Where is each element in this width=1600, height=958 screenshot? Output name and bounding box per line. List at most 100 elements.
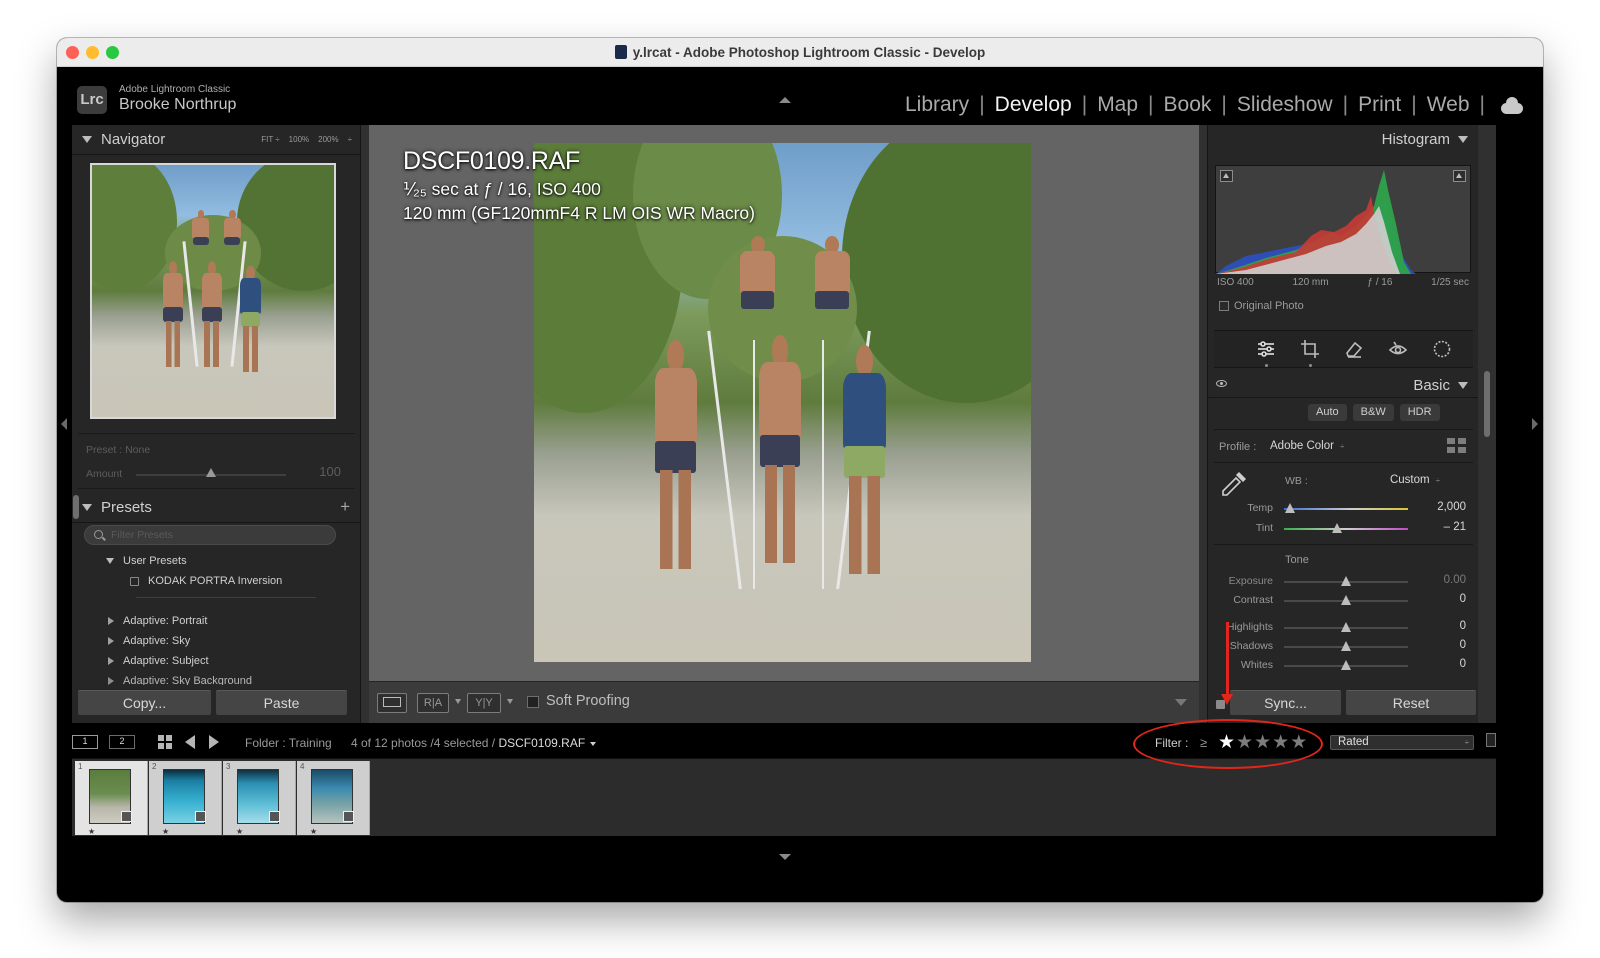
expanded-triangle-icon: [106, 558, 114, 564]
preset-item-kodak-portra[interactable]: KODAK PORTRA Inversion: [130, 571, 282, 591]
reset-button[interactable]: Reset: [1346, 690, 1476, 715]
navigator-preview[interactable]: [90, 163, 336, 419]
grid-view-icon[interactable]: [158, 735, 173, 750]
updown-caret-icon: ÷: [1435, 476, 1440, 485]
module-separator: |: [1479, 93, 1485, 116]
collapse-filmstrip-arrow-icon[interactable]: [779, 854, 791, 860]
right-panel-scrollbar[interactable]: [1484, 371, 1490, 437]
whites-slider-row: Whites 0: [1208, 657, 1478, 675]
filter-preset-select[interactable]: Rated ÷: [1330, 735, 1474, 750]
histogram-header[interactable]: Histogram: [1382, 131, 1468, 148]
before-after-tb-button[interactable]: Y|Y: [467, 693, 501, 713]
zoom-200[interactable]: 200%: [318, 135, 338, 144]
crop-icon[interactable]: [1300, 339, 1320, 359]
temp-slider-thumb[interactable]: [1285, 503, 1296, 513]
zoom-100[interactable]: 100%: [289, 135, 309, 144]
shadows-value[interactable]: 0: [1460, 639, 1466, 651]
hdr-button[interactable]: HDR: [1399, 404, 1440, 421]
loupe-view-button[interactable]: [377, 693, 407, 713]
collapse-top-panel-arrow-icon[interactable]: [779, 97, 791, 103]
module-slideshow[interactable]: Slideshow: [1231, 93, 1339, 117]
filter-lock-switch[interactable]: [1486, 733, 1496, 747]
filter-presets-input[interactable]: [111, 528, 321, 542]
zoom-fit[interactable]: FIT ÷: [261, 135, 279, 144]
shadows-slider-thumb[interactable]: [1341, 641, 1351, 651]
red-eye-icon[interactable]: [1388, 339, 1408, 359]
left-panel-scrollbar[interactable]: [73, 495, 79, 519]
healing-eraser-icon[interactable]: [1344, 339, 1364, 359]
cloud-sync-icon[interactable]: [1501, 97, 1523, 114]
profile-browser-grid-icon[interactable]: [1447, 438, 1467, 454]
previous-photo-arrow-icon[interactable]: [185, 735, 195, 749]
sliders-icon[interactable]: [1256, 339, 1276, 359]
loupe-view: DSCF0109.RAF ⅟₂₅ sec at ƒ / 16, ISO 400 …: [369, 125, 1199, 681]
highlights-value[interactable]: 0: [1460, 620, 1466, 632]
exposure-slider-row: Exposure 0.00: [1208, 573, 1478, 591]
before-after-lr-caret-icon[interactable]: [455, 699, 461, 704]
filmstrip-thumbnail[interactable]: 2 ★: [149, 761, 222, 836]
tint-value[interactable]: – 21: [1444, 521, 1466, 533]
masking-icon[interactable]: [1432, 339, 1452, 359]
navigator-header[interactable]: Navigator FIT ÷ 100% 200% ÷: [72, 125, 360, 155]
collapse-right-panel-arrow-icon[interactable]: [1532, 418, 1538, 430]
before-after-tb-caret-icon[interactable]: [507, 699, 513, 704]
exposure-slider-thumb[interactable]: [1341, 576, 1351, 586]
photo-count[interactable]: 4 of 12 photos /4 selected / DSCF0109.RA…: [351, 736, 597, 750]
folder-source[interactable]: Folder : Training: [245, 736, 332, 750]
wb-select[interactable]: Custom ÷: [1390, 474, 1440, 486]
contrast-value[interactable]: 0: [1460, 593, 1466, 605]
module-develop[interactable]: Develop: [989, 93, 1078, 117]
black-white-button[interactable]: B&W: [1352, 404, 1394, 421]
temp-value[interactable]: 2,000: [1437, 501, 1466, 513]
module-book[interactable]: Book: [1158, 93, 1218, 117]
whites-slider-thumb[interactable]: [1341, 660, 1351, 670]
highlight-clipping-toggle[interactable]: [1453, 170, 1466, 182]
amount-label: Amount: [86, 468, 123, 480]
module-separator: |: [1081, 93, 1088, 116]
basic-panel-header[interactable]: Basic: [1208, 372, 1478, 398]
module-print[interactable]: Print: [1352, 93, 1407, 117]
collapse-left-panel-arrow-icon[interactable]: [61, 418, 67, 430]
module-map[interactable]: Map: [1091, 93, 1144, 117]
preset-group-user-presets[interactable]: User Presets: [106, 551, 187, 571]
amount-slider-thumb[interactable]: [206, 468, 216, 477]
preset-group-adaptive-sky[interactable]: Adaptive: Sky: [108, 631, 190, 651]
paste-settings-button[interactable]: Paste: [216, 690, 347, 715]
sync-button[interactable]: Sync...: [1230, 690, 1341, 715]
develop-adjusted-badge-icon: [343, 811, 354, 822]
info-lens: 120 mm (GF120mmF4 R LM OIS WR Macro): [403, 203, 755, 223]
contrast-slider-thumb[interactable]: [1341, 595, 1351, 605]
main-window-button[interactable]: 1: [72, 735, 98, 749]
next-photo-arrow-icon[interactable]: [209, 735, 219, 749]
temp-slider-track[interactable]: [1284, 508, 1408, 510]
module-library[interactable]: Library: [899, 93, 975, 117]
before-after-lr-button[interactable]: R|A: [417, 693, 449, 713]
preset-group-adaptive-subject[interactable]: Adaptive: Subject: [108, 651, 209, 671]
panel-visibility-eye-icon[interactable]: [1216, 380, 1227, 387]
original-photo-toggle[interactable]: Original Photo: [1219, 300, 1304, 312]
profile-select[interactable]: Adobe Color ÷: [1270, 440, 1344, 452]
filmstrip-thumbnail[interactable]: 4 ★: [297, 761, 370, 836]
module-web[interactable]: Web: [1421, 93, 1476, 117]
tint-slider-thumb[interactable]: [1332, 523, 1343, 533]
toolbar-content-menu-icon[interactable]: [1175, 699, 1187, 706]
highlights-slider-thumb[interactable]: [1341, 622, 1351, 632]
whites-value[interactable]: 0: [1460, 658, 1466, 670]
copy-settings-button[interactable]: Copy...: [78, 690, 211, 715]
soft-proofing-checkbox[interactable]: [527, 696, 539, 708]
preset-group-adaptive-portrait[interactable]: Adaptive: Portrait: [108, 611, 207, 631]
zoom-more[interactable]: ÷: [348, 135, 352, 144]
filmstrip-thumbnail[interactable]: 3 ★: [223, 761, 296, 836]
add-preset-plus-icon[interactable]: +: [340, 497, 350, 517]
filmstrip-thumbnail[interactable]: 1 ★: [75, 761, 148, 836]
presets-header[interactable]: Presets +: [72, 495, 360, 523]
exposure-value[interactable]: 0.00: [1444, 574, 1466, 586]
auto-button[interactable]: Auto: [1308, 404, 1347, 421]
secondary-window-button[interactable]: 2: [109, 735, 135, 749]
histogram[interactable]: [1215, 165, 1471, 274]
shadow-clipping-toggle[interactable]: [1220, 170, 1233, 182]
collapse-triangle-icon: [82, 504, 92, 511]
white-balance-eyedropper-icon[interactable]: [1219, 469, 1249, 499]
original-photo-checkbox[interactable]: [1219, 301, 1229, 311]
tint-slider-track[interactable]: [1284, 528, 1408, 530]
